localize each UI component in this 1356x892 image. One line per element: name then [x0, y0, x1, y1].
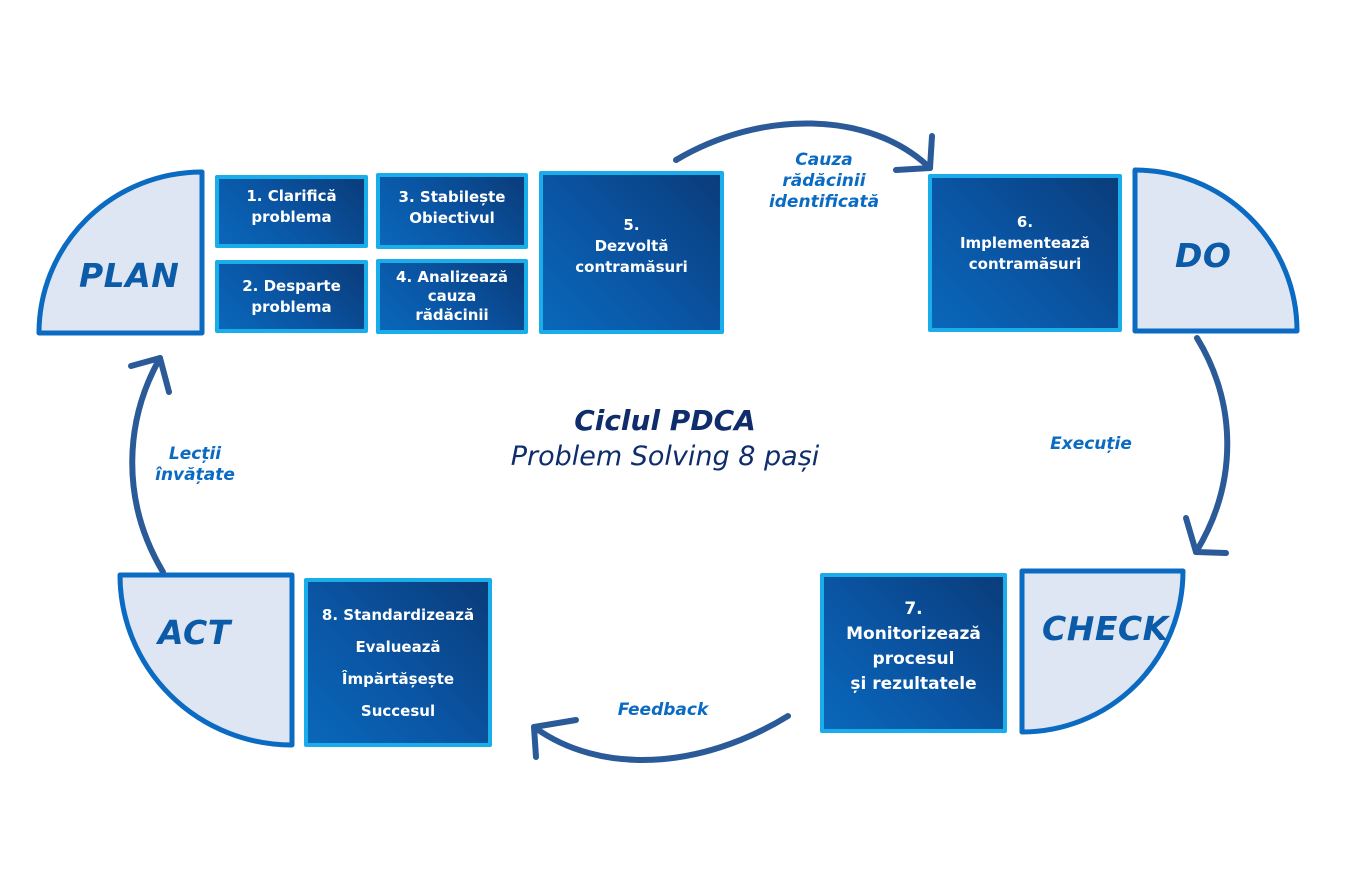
step-5-develop-countermeasures: 5. Dezvoltă contramăsuri — [539, 171, 724, 334]
act-label: ACT — [158, 613, 231, 652]
step-6-line-2: Implementează — [959, 234, 1091, 252]
plan-label: PLAN — [79, 256, 180, 295]
step-2-line-1: 2. Desparte — [242, 276, 341, 295]
step-3-set-objective: 3. Stabilește Obiectivul — [376, 173, 528, 249]
step-6-line-1: 6. — [1016, 213, 1034, 231]
step-8-line-2: Evaluează — [355, 637, 441, 656]
step-8-standardize: 8. Standardizează Evaluează Împărtășește… — [304, 578, 492, 747]
step-5-line-2: Dezvoltă — [594, 237, 669, 255]
step-7-line-1: 7. — [904, 599, 923, 619]
step-1-line-1: 1. Clarifică — [246, 187, 337, 205]
check-quarter-circle — [1019, 568, 1186, 735]
plan-quarter-circle — [36, 169, 205, 336]
step-7-line-4: și rezultatele — [850, 674, 977, 694]
step-4-line-3: rădăcinii — [415, 306, 489, 324]
arrow-label-lessons-line-1: Lecții — [168, 444, 222, 464]
step-1-clarify-problem: 1. Clarifică problema — [215, 175, 368, 248]
act-quarter-circle — [117, 572, 295, 748]
arrow-label-root-cause-line-1: Cauza — [795, 150, 853, 170]
arrow-label-feedback-line-1: Feedback — [617, 700, 709, 720]
step-7-line-2: Monitorizează — [846, 624, 981, 644]
step-2-line-2: problema — [251, 297, 332, 316]
arrow-label-feedback: Feedback — [598, 700, 728, 721]
step-4-line-2: cauza — [427, 287, 477, 305]
arrow-label-root-cause-line-2: rădăcinii — [782, 171, 866, 191]
arrow-do-to-check — [1183, 335, 1231, 556]
step-1-line-2: problema — [251, 208, 332, 226]
step-5-line-1: 5. — [623, 216, 640, 234]
step-2-break-down-problem: 2. Desparte problema — [215, 260, 368, 333]
do-label: DO — [1175, 236, 1232, 275]
step-7-monitor-process-results: 7. Monitorizează procesul și rezultatele — [820, 573, 1007, 733]
step-5-line-3: contramăsuri — [575, 258, 688, 276]
step-8-line-3: Împărtășește — [341, 669, 455, 688]
step-7-line-3: procesul — [872, 649, 955, 669]
arrow-label-root-cause-line-3: identificată — [768, 192, 880, 212]
step-4-line-1: 4. Analizează — [396, 268, 508, 286]
step-8-line-1: 8. Standardizează — [321, 605, 475, 624]
arrow-check-to-act — [531, 713, 791, 763]
title-main: Ciclul PDCA — [574, 404, 756, 437]
phase-check: CHECK — [1019, 568, 1186, 735]
arrow-label-root-cause-identified: Cauza rădăcinii identificată — [754, 150, 894, 213]
step-3-line-2: Obiectivul — [409, 209, 495, 227]
phase-plan: PLAN — [36, 169, 205, 336]
step-6-line-3: contramăsuri — [968, 255, 1082, 273]
step-3-line-1: 3. Stabilește — [398, 188, 506, 206]
phase-act: ACT — [117, 572, 295, 748]
phase-do: DO — [1132, 167, 1300, 334]
arrow-label-execution-line-1: Execuție — [1050, 434, 1132, 454]
check-label: CHECK — [1042, 609, 1169, 648]
step-4-analyze-root-cause: 4. Analizează cauza rădăcinii — [376, 259, 528, 334]
title-subtitle: Problem Solving 8 pași — [510, 441, 820, 472]
step-6-implement-countermeasures: 6. Implementează contramăsuri — [928, 174, 1122, 332]
step-8-line-4: Succesul — [360, 701, 436, 720]
arrow-label-lessons-learned: Lecții învățate — [140, 444, 250, 486]
arrow-label-execution: Execuție — [1036, 434, 1146, 455]
diagram-title: Ciclul PDCA Problem Solving 8 pași — [440, 403, 890, 475]
arrow-label-lessons-line-2: învățate — [155, 465, 235, 485]
